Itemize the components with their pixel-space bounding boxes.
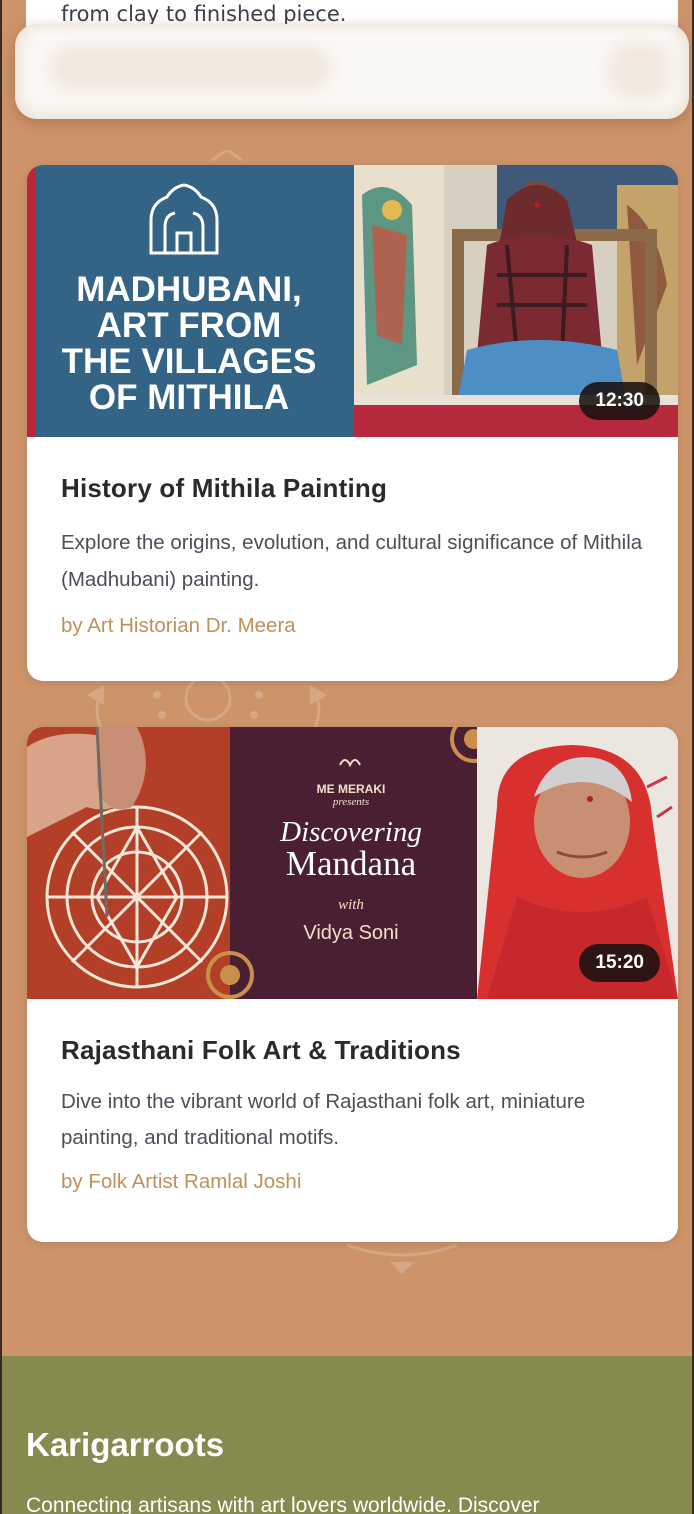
thumb-presents: presents (332, 796, 369, 808)
video-description: Explore the origins, evolution, and cult… (61, 531, 643, 591)
footer-brand[interactable]: Karigarroots (26, 1426, 224, 1464)
thumb-line-2: Mandana (286, 844, 417, 883)
blurred-content (50, 46, 330, 90)
thumb-text-line-3: THE VILLAGES (62, 342, 317, 381)
thumb-brand: ME MERAKI (317, 782, 386, 796)
video-description: Dive into the vibrant world of Rajasthan… (61, 1090, 586, 1149)
thumb-text-line-2: ART FROM (97, 306, 282, 345)
page: from clay to finished piece. MADHUBANI, … (0, 0, 694, 1514)
video-title[interactable]: History of Mithila Painting (61, 473, 644, 504)
thumb-text-line-4: OF MITHILA (89, 378, 289, 417)
footer-tagline: Connecting artisans with art lovers worl… (26, 1494, 540, 1514)
video-thumbnail[interactable]: MADHUBANI, ART FROM THE VILLAGES OF MITH… (27, 165, 678, 437)
video-title[interactable]: Rajasthani Folk Art & Traditions (61, 1035, 644, 1066)
thumb-text-line-1: MADHUBANI, (76, 270, 302, 309)
video-duration-badge: 15:20 (579, 944, 660, 982)
thumb-with: with (338, 897, 364, 913)
video-author: by Art Historian Dr. Meera (61, 614, 296, 637)
video-duration-badge: 12:30 (579, 382, 660, 420)
floating-blurred-bar[interactable] (15, 24, 689, 119)
video-card-mithila[interactable]: MADHUBANI, ART FROM THE VILLAGES OF MITH… (27, 165, 678, 681)
site-footer: Karigarroots Connecting artisans with ar… (2, 1356, 692, 1514)
previous-card-description: from clay to finished piece. (61, 2, 347, 26)
video-thumbnail[interactable]: ME MERAKI presents Discovering Mandana w… (27, 727, 678, 999)
mandala-decoration-bottom (342, 1240, 462, 1280)
blurred-icon (609, 42, 669, 98)
video-card-rajasthani[interactable]: ME MERAKI presents Discovering Mandana w… (27, 727, 678, 1242)
thumb-host: Vidya Soni (303, 922, 398, 944)
video-author: by Folk Artist Ramlal Joshi (61, 1170, 302, 1193)
